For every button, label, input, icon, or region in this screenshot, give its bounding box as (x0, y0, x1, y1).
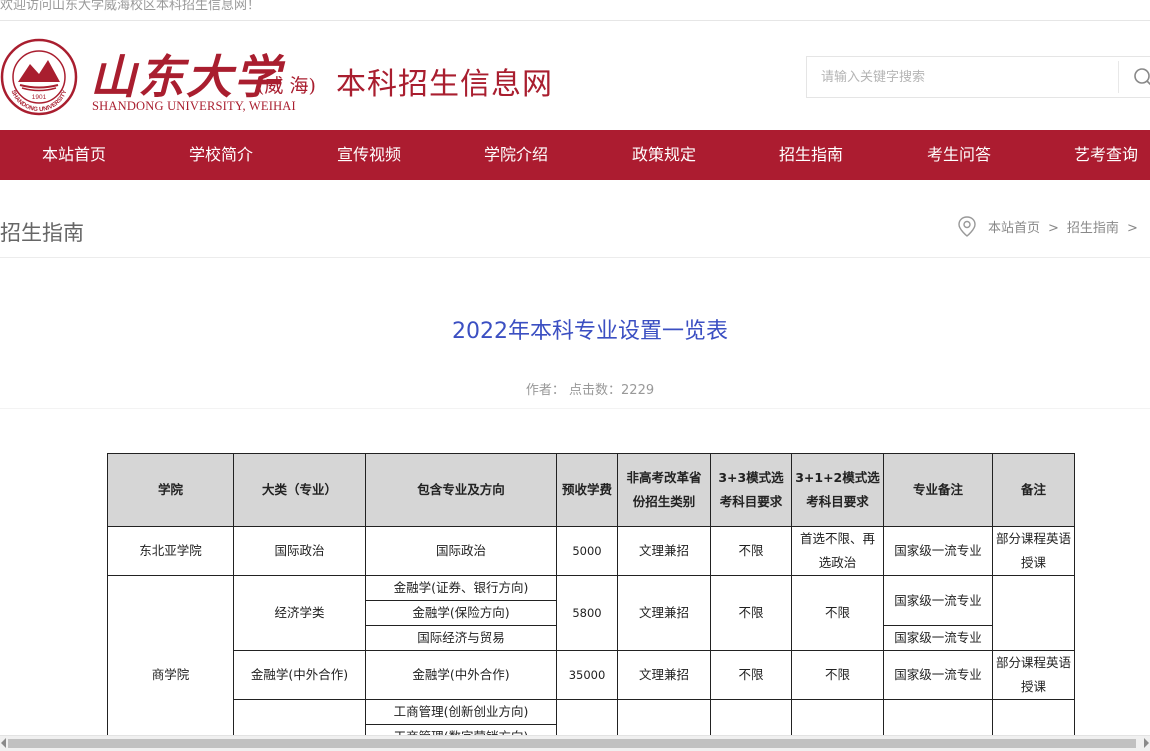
nav-item-home[interactable]: 本站首页 (42, 130, 106, 180)
nav-item-guide[interactable]: 招生指南 (779, 130, 843, 180)
cell-category: 国际政治 (233, 526, 366, 576)
cell-mode312: 不限 (791, 650, 884, 700)
cell-category: 金融学(中外合作) (233, 650, 366, 700)
horizontal-scrollbar[interactable] (0, 735, 1150, 751)
cell-fee: 5800 (556, 575, 618, 651)
cell-mode33 (710, 699, 792, 735)
section-header: 招生指南 本站首页 > 招生指南 > (0, 205, 1150, 258)
table-row: 金融学(中外合作) 金融学(中外合作) 35000 文理兼招 不限 不限 国家级… (108, 650, 1075, 700)
breadcrumb-separator: > (1048, 221, 1059, 236)
col-header-majors: 包含专业及方向 (365, 453, 557, 527)
cell-major-note: 国家级一流专业 (883, 575, 993, 626)
welcome-text: 欢迎访问山东大学威海校区本科招生信息网！ (0, 0, 261, 13)
cell-mode312 (791, 699, 884, 735)
cell-major-note: 国家级一流专业 (883, 650, 993, 700)
col-header-college: 学院 (107, 453, 234, 527)
scroll-left-arrow-icon[interactable] (1, 738, 6, 748)
cell-major-note: 国家级一流专业 (883, 625, 993, 651)
table-row: 工商管理(创新创业方向) (108, 699, 1075, 735)
breadcrumb-separator: > (1126, 221, 1138, 236)
majors-table-container: 学院 大类（专业） 包含专业及方向 预收学费 非高考改革省份招生类别 3+3模式… (107, 453, 1075, 735)
cell-mode33: 不限 (710, 575, 792, 651)
cell-mode33: 不限 (710, 650, 792, 700)
cell-major-note (883, 699, 993, 735)
main-nav: 本站首页 学校简介 宣传视频 学院介绍 政策规定 招生指南 考生问答 艺考查询 (0, 130, 1150, 180)
cell-major: 金融学(中外合作) (365, 650, 557, 700)
col-header-mode312: 3+1+2模式选考科目要求 (791, 453, 884, 527)
cell-nonreform: 文理兼招 (617, 650, 711, 700)
cell-major: 金融学(证券、银行方向) (365, 575, 557, 601)
logo-wordmark-cn[interactable]: 山东大学 (90, 41, 282, 107)
logo-campus-label: (威 海) (257, 75, 316, 97)
breadcrumb: 本站首页 > 招生指南 > (988, 217, 1146, 236)
cell-major: 工商管理(数字营销方向) (365, 724, 557, 735)
cell-category: 经济学类 (233, 575, 366, 651)
university-seal-logo[interactable]: SHANDONG UNIVERSITY 1901 (0, 38, 78, 116)
search-divider (1118, 61, 1119, 93)
article-title: 2022年本科专业设置一览表 (452, 319, 728, 344)
cell-fee: 35000 (556, 650, 618, 700)
nav-item-art-exam[interactable]: 艺考查询 (1074, 130, 1138, 180)
col-header-mode33: 3+3模式选考科目要求 (710, 453, 792, 527)
cell-fee (556, 699, 618, 735)
cell-major: 国际政治 (365, 526, 557, 576)
cell-category (233, 699, 366, 735)
table-header-row: 学院 大类（专业） 包含专业及方向 预收学费 非高考改革省份招生类别 3+3模式… (107, 453, 1075, 527)
col-header-major-note: 专业备注 (883, 453, 993, 527)
table-row: 东北亚学院 国际政治 国际政治 5000 文理兼招 不限 首选不限、再选政治 国… (107, 526, 1075, 576)
breadcrumb-current-link[interactable]: 招生指南 (1067, 221, 1119, 236)
cell-fee: 5000 (556, 526, 618, 576)
logo-wordmark-en: SHANDONG UNIVERSITY, WEIHAI (92, 99, 296, 113)
col-header-category: 大类（专业） (233, 453, 366, 527)
cell-major: 国际经济与贸易 (365, 625, 557, 651)
nav-item-policies[interactable]: 政策规定 (632, 130, 696, 180)
seal-year: 1901 (32, 94, 47, 101)
cell-college: 商学院 (107, 575, 234, 735)
cell-major: 金融学(保险方向) (365, 600, 557, 626)
cell-mode312: 首选不限、再选政治 (791, 526, 884, 576)
article-meta: 作者： 点击数：2229 (525, 383, 655, 398)
cell-mode312: 不限 (791, 575, 884, 651)
col-header-fee: 预收学费 (556, 453, 618, 527)
majors-table: 学院 大类（专业） 包含专业及方向 预收学费 非高考改革省份招生类别 3+3模式… (107, 453, 1075, 735)
cell-note: 部分课程英语授课 (992, 526, 1075, 576)
cell-mode33: 不限 (710, 526, 792, 576)
cell-note (992, 575, 1075, 651)
cell-major-note: 国家级一流专业 (883, 526, 993, 576)
breadcrumb-home-link[interactable]: 本站首页 (988, 221, 1040, 236)
cell-major: 工商管理(创新创业方向) (365, 699, 557, 725)
site-title: 本科招生信息网 (336, 67, 553, 102)
nav-item-colleges[interactable]: 学院介绍 (484, 130, 548, 180)
cell-note: 部分课程英语授课 (992, 650, 1075, 700)
meta-divider (0, 408, 1150, 409)
scrollbar-thumb[interactable] (8, 739, 1136, 748)
section-title: 招生指南 (0, 221, 84, 245)
search-input[interactable] (807, 57, 1117, 97)
search-icon[interactable] (1133, 67, 1150, 89)
welcome-bar: 欢迎访问山东大学威海校区本科招生信息网！ (0, 0, 1150, 21)
cell-note (992, 699, 1075, 735)
scroll-right-arrow-icon[interactable] (1144, 738, 1149, 748)
cell-nonreform (617, 699, 711, 735)
site-header: SHANDONG UNIVERSITY 1901 山东大学 (威 海) SHAN… (0, 21, 1150, 129)
cell-college: 东北亚学院 (107, 526, 234, 576)
search-box (806, 56, 1150, 98)
nav-item-about[interactable]: 学校简介 (189, 130, 253, 180)
cell-nonreform: 文理兼招 (617, 526, 711, 576)
location-pin-icon (958, 216, 976, 237)
col-header-nonreform: 非高考改革省份招生类别 (617, 453, 711, 527)
nav-item-videos[interactable]: 宣传视频 (337, 130, 401, 180)
cell-nonreform: 文理兼招 (617, 575, 711, 651)
table-row: 商学院 经济学类 金融学(证券、银行方向) 5800 文理兼招 不限 不限 国家… (107, 575, 1075, 735)
col-header-note: 备注 (992, 453, 1075, 527)
nav-item-faq[interactable]: 考生问答 (927, 130, 991, 180)
